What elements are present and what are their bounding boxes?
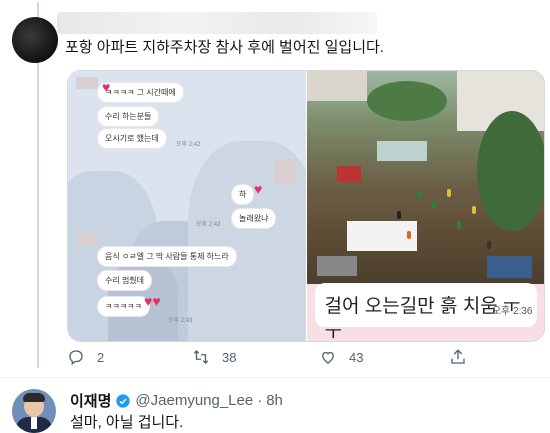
reply-author-avatar[interactable] [12,389,56,433]
heart-sticker-icon: ♥ [254,181,263,197]
retweet-button[interactable]: 38 [192,348,236,366]
reply-author-name[interactable]: 이재명 [70,390,111,411]
reply-header: 이재명 @Jaemyung_Lee · 8h [70,390,283,411]
author-name-blurred [57,12,377,34]
reply-icon [69,350,83,366]
chat-screenshot-image[interactable]: ㅋㅋㅋㅋ 그 시간때에 ♥ 수리 하는분들 오시기로 했는데 오후 2:42 하… [68,71,306,341]
chat-bubble: ㅋㅋㅋㅋㅋ [98,297,149,316]
site-photo-image[interactable]: 걸어 오는길만 흙 치움 ㅜㅜ 오후 2:36 [305,71,544,341]
parking-lot-photo [306,71,544,284]
reply-text: 설마, 아닐 겁니다. [70,414,184,431]
chat-bubble: 놀래왔냐 [232,209,276,228]
chat-bubble: 수리 하는분들 [98,107,159,126]
like-button[interactable]: 43 [319,348,363,366]
chat-bubble: 오시기로 했는데 [98,129,166,148]
chat-bubble: 음식 ㅇㄹ엘 그 딱 사람들 통제 하느라 [98,247,236,266]
reply-button[interactable]: 2 [67,348,104,366]
like-count: 43 [349,349,364,365]
chat-bubble: 하 [232,185,254,204]
chat-time: 오후 2:42 [196,222,221,228]
tweet-divider [0,377,550,378]
tweet-media[interactable]: ㅋㅋㅋㅋ 그 시간때에 ♥ 수리 하는분들 오시기로 했는데 오후 2:42 하… [67,70,545,342]
tweet-actions: 2 38 43 [67,348,507,368]
like-icon [322,351,334,364]
heart-sticker-icon: ♥♥ [144,293,161,309]
chat-bubble: ㅋㅋㅋㅋ 그 시간때에 [98,83,183,102]
photo-caption: 걸어 오는길만 흙 치움 ㅜㅜ 오후 2:36 [314,283,537,341]
heart-sticker-icon: ♥ [102,79,111,95]
reply-time[interactable]: 8h [266,392,283,409]
reply-separator: · [257,392,263,409]
retweet-count: 38 [222,349,237,365]
photo-caption-time: 오후 2:36 [491,306,533,317]
share-button[interactable] [449,348,467,366]
chat-bubble: 수리 멈췄데 [98,271,152,290]
chat-time: 오후 2:42 [176,142,201,148]
share-icon [451,349,465,364]
verified-badge-icon [116,393,131,408]
reply-count: 2 [97,349,105,365]
retweet-icon [193,350,209,364]
tweet-text: 포항 아파트 지하주차장 참사 후에 벌어진 일입니다. [65,39,384,56]
reply-author-handle[interactable]: @Jaemyung_Lee [135,392,253,409]
author-avatar-blurred[interactable] [12,17,58,63]
chat-time: 오후 2:43 [168,318,193,324]
